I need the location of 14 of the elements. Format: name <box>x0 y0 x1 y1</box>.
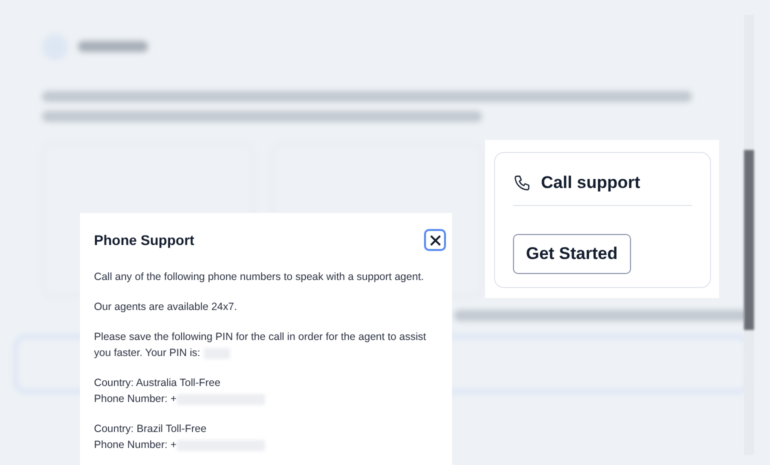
card-title: Call support <box>541 173 640 193</box>
paragraph: Call any of the following phone numbers to speak with a support agent. <box>94 270 425 285</box>
phone-number-label: Phone Number: + <box>94 393 177 405</box>
get-started-button[interactable]: Get Started <box>513 234 631 274</box>
pin-text: Please save the following PIN for the call in order for the agent to assist <box>94 330 428 345</box>
country-label: Country: Australia Toll-Free <box>94 376 222 391</box>
paragraph: Our agents are available 24x7. <box>94 300 238 315</box>
close-icon <box>430 234 440 246</box>
phone-icon <box>513 174 531 192</box>
close-button[interactable] <box>424 229 446 251</box>
pin-text: you faster. Your PIN is: <box>94 347 200 359</box>
dialog-title: Phone Support <box>94 232 194 248</box>
phone-number-label: Phone Number: + <box>94 439 177 451</box>
country-label: Country: Brazil Toll-Free <box>94 422 208 437</box>
